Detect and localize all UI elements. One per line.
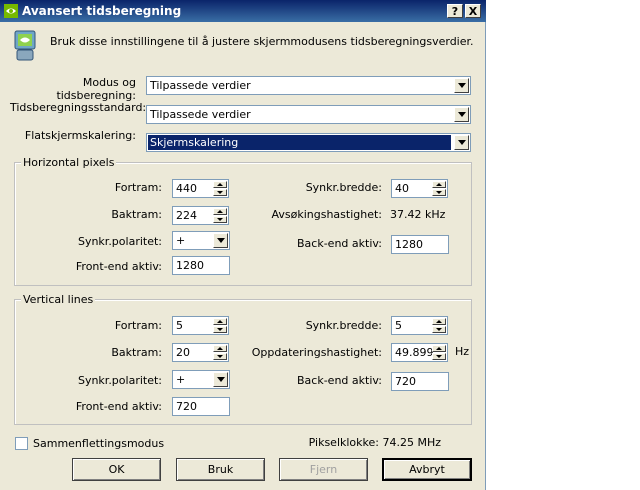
standard-label: Tidsberegningsstandard: bbox=[10, 101, 147, 114]
standard-select-value: Tilpassede verdier bbox=[150, 108, 251, 121]
spin-up-icon[interactable] bbox=[432, 181, 446, 188]
h-backend-field[interactable]: 1280 bbox=[391, 235, 449, 254]
v-polarity-label: Synkr.polaritet: bbox=[77, 374, 162, 387]
v-backend-label: Back-end aktiv: bbox=[297, 374, 382, 387]
spin-down-icon[interactable] bbox=[213, 326, 227, 333]
mode-select[interactable]: Tilpassede verdier bbox=[146, 76, 471, 95]
v-baktram-value: 20 bbox=[176, 346, 190, 359]
h-fortram-value: 440 bbox=[176, 182, 197, 195]
v-refresh-unit: Hz bbox=[455, 345, 470, 358]
h-baktram-spinner[interactable]: 224 bbox=[172, 206, 229, 225]
v-backend-value: 720 bbox=[395, 375, 416, 388]
h-baktram-value: 224 bbox=[176, 209, 197, 222]
flat-select-value: Skjermskalering bbox=[148, 135, 451, 150]
mode-select-value: Tilpassede verdier bbox=[150, 79, 251, 92]
h-scan-label: Avsøkingshastighet: bbox=[271, 208, 382, 221]
h-scan-value: 37.42 kHz bbox=[390, 208, 446, 221]
mode-label-line1: Modus og bbox=[82, 76, 136, 89]
h-fortram-label: Fortram: bbox=[114, 181, 162, 194]
help-button[interactable]: ? bbox=[447, 4, 463, 18]
cancel-button[interactable]: Avbryt bbox=[382, 458, 472, 481]
pixel-clock: Pikselklokke: 74.25 MHz bbox=[308, 436, 441, 449]
spin-up-icon[interactable] bbox=[213, 208, 227, 215]
spin-down-icon[interactable] bbox=[432, 353, 446, 360]
v-frontend-label: Front-end aktiv: bbox=[75, 400, 162, 413]
v-polarity-select[interactable]: + bbox=[172, 370, 230, 389]
remove-button[interactable]: Fjern bbox=[279, 458, 368, 481]
v-frontend-field[interactable]: 720 bbox=[172, 397, 230, 416]
v-syncwidth-spinner[interactable]: 5 bbox=[391, 316, 448, 335]
nvidia-logo-icon bbox=[4, 4, 18, 18]
v-refresh-spinner[interactable]: 49.899 bbox=[391, 343, 448, 362]
h-backend-label: Back-end aktiv: bbox=[297, 237, 382, 250]
apply-button[interactable]: Bruk bbox=[176, 458, 265, 481]
h-polarity-select[interactable]: + bbox=[172, 231, 230, 250]
v-syncwidth-label: Synkr.bredde: bbox=[305, 319, 382, 332]
h-polarity-label: Synkr.polaritet: bbox=[77, 235, 162, 248]
v-polarity-value: + bbox=[176, 373, 186, 386]
chevron-down-icon[interactable] bbox=[213, 233, 228, 248]
v-fortram-spinner[interactable]: 5 bbox=[172, 316, 229, 335]
v-backend-field[interactable]: 720 bbox=[391, 372, 449, 391]
horizontal-group-title: Horizontal pixels bbox=[21, 156, 117, 169]
intro-text: Bruk disse innstillingene til å justere … bbox=[50, 35, 474, 48]
h-syncwidth-spinner[interactable]: 40 bbox=[391, 179, 448, 198]
v-fortram-label: Fortram: bbox=[114, 319, 162, 332]
v-syncwidth-value: 5 bbox=[395, 319, 402, 332]
h-backend-value: 1280 bbox=[395, 238, 423, 251]
flat-select[interactable]: Skjermskalering bbox=[146, 133, 471, 152]
v-refresh-label: Oppdateringshastighet: bbox=[251, 346, 382, 359]
close-button[interactable]: X bbox=[465, 4, 481, 18]
spin-down-icon[interactable] bbox=[213, 189, 227, 196]
spin-down-icon[interactable] bbox=[213, 353, 227, 360]
dialog-window: Avansert tidsberegning ? X Bruk disse in… bbox=[0, 0, 486, 490]
chevron-down-icon[interactable] bbox=[454, 135, 469, 150]
v-frontend-value: 720 bbox=[176, 400, 197, 413]
h-frontend-label: Front-end aktiv: bbox=[75, 260, 162, 273]
monitor-icon bbox=[14, 30, 36, 61]
spin-up-icon[interactable] bbox=[213, 345, 227, 352]
standard-select[interactable]: Tilpassede verdier bbox=[146, 105, 471, 124]
ok-button[interactable]: OK bbox=[72, 458, 161, 481]
h-polarity-value: + bbox=[176, 234, 186, 247]
spin-down-icon[interactable] bbox=[432, 189, 446, 196]
chevron-down-icon[interactable] bbox=[213, 372, 228, 387]
spin-down-icon[interactable] bbox=[432, 326, 446, 333]
v-baktram-label: Baktram: bbox=[111, 346, 162, 359]
h-frontend-field[interactable]: 1280 bbox=[172, 256, 230, 275]
v-refresh-value: 49.899 bbox=[395, 346, 434, 359]
h-baktram-label: Baktram: bbox=[111, 208, 162, 221]
chevron-down-icon[interactable] bbox=[454, 78, 469, 93]
title-bar[interactable]: Avansert tidsberegning ? X bbox=[0, 0, 486, 22]
h-frontend-value: 1280 bbox=[176, 259, 204, 272]
h-syncwidth-value: 40 bbox=[395, 182, 409, 195]
chevron-down-icon[interactable] bbox=[454, 107, 469, 122]
vertical-group-title: Vertical lines bbox=[21, 293, 96, 306]
h-fortram-spinner[interactable]: 440 bbox=[172, 179, 229, 198]
window-title: Avansert tidsberegning bbox=[22, 4, 182, 18]
v-fortram-value: 5 bbox=[176, 319, 183, 332]
spin-up-icon[interactable] bbox=[432, 318, 446, 325]
spin-up-icon[interactable] bbox=[432, 345, 446, 352]
interlace-label: Sammenflettingsmodus bbox=[33, 437, 165, 450]
spin-up-icon[interactable] bbox=[213, 318, 227, 325]
interlace-checkbox[interactable] bbox=[15, 437, 28, 450]
flat-label: Flatskjermskalering: bbox=[24, 129, 136, 142]
spin-down-icon[interactable] bbox=[213, 216, 227, 223]
v-baktram-spinner[interactable]: 20 bbox=[172, 343, 229, 362]
spin-up-icon[interactable] bbox=[213, 181, 227, 188]
h-syncwidth-label: Synkr.bredde: bbox=[305, 181, 382, 194]
